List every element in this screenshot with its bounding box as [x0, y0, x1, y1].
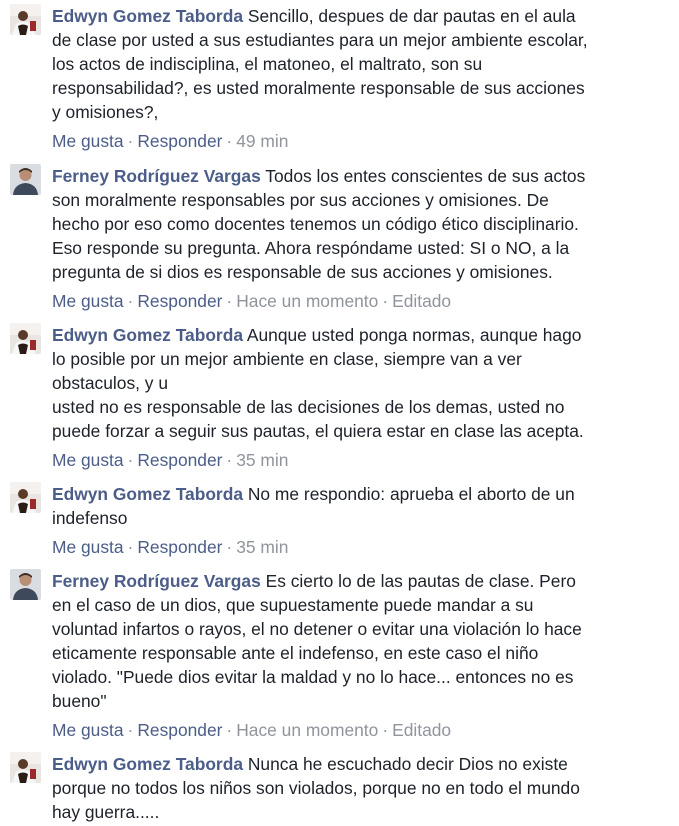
comment-author[interactable]: Edwyn Gomez Taborda — [52, 754, 243, 774]
comment-line: son moralmente responsables por sus acci… — [52, 190, 549, 210]
comment-line: hecho por eso como docentes tenemos un c… — [52, 214, 579, 234]
comment-timestamp[interactable]: 35 min — [236, 537, 288, 557]
separator-dot: · — [127, 450, 134, 470]
comment-text: Ferney Rodríguez Vargas Todos los entes … — [52, 164, 668, 284]
comment-timestamp[interactable]: 49 min — [236, 131, 288, 151]
separator-dot: · — [226, 131, 233, 151]
comment-line: voluntad infartos o rayos, el no detener… — [52, 619, 582, 639]
comment-author[interactable]: Ferney Rodríguez Vargas — [52, 166, 261, 186]
comment-line: pregunta de si dios es responsable de su… — [52, 262, 553, 282]
separator-dot: · — [382, 720, 389, 740]
comment-actions: Me gusta · Responder · Hace un momento · Edita… — [52, 290, 668, 312]
comment-line: lo posible por un mejor ambiente en clas… — [52, 349, 522, 369]
comment-actions: Me gusta · Responder · 35 min — [52, 536, 668, 558]
profile-photo-icon — [10, 323, 41, 354]
avatar[interactable] — [10, 752, 41, 783]
like-link[interactable]: Me gusta — [52, 720, 124, 740]
separator-dot: · — [226, 450, 233, 470]
reply-link[interactable]: Responder — [137, 131, 222, 151]
comment-line: eticamente responsable ante el indefenso… — [52, 643, 539, 663]
reply-link[interactable]: Responder — [137, 537, 222, 557]
profile-photo-icon — [10, 569, 41, 600]
separator-dot: · — [382, 291, 389, 311]
comment-author[interactable]: Edwyn Gomez Taborda — [52, 6, 243, 26]
comment-author[interactable]: Edwyn Gomez Taborda — [52, 484, 243, 504]
avatar[interactable] — [10, 569, 41, 600]
separator-dot: · — [226, 537, 233, 557]
avatar[interactable] — [10, 323, 41, 354]
comment-line: No me respondio: aprueba el aborto de un — [247, 484, 575, 504]
comment-line: Todos los entes conscientes de sus actos — [265, 166, 586, 186]
profile-photo-icon — [10, 164, 41, 195]
comment-thread: Edwyn Gomez Taborda Sencillo, despues de… — [0, 0, 679, 826]
comment-line: violado. "Puede dios evitar la maldad y … — [52, 667, 574, 687]
comment-line: usted no es responsable de las decisione… — [52, 397, 565, 417]
comment-line: puede forzar a seguir sus pautas, el qui… — [52, 421, 584, 441]
edited-label[interactable]: Editado — [392, 291, 451, 311]
reply-link[interactable]: Responder — [137, 291, 222, 311]
like-link[interactable]: Me gusta — [52, 537, 124, 557]
profile-photo-icon — [10, 752, 41, 783]
like-link[interactable]: Me gusta — [52, 291, 124, 311]
profile-photo-icon — [10, 4, 41, 35]
comment-line: de clase por usted a sus estudiantes par… — [52, 30, 588, 50]
comment-line: y omisiones?, — [52, 102, 159, 122]
like-link[interactable]: Me gusta — [52, 450, 124, 470]
separator-dot: · — [127, 720, 134, 740]
comment-author[interactable]: Ferney Rodríguez Vargas — [52, 571, 261, 591]
comment-line: responsabilidad?, es usted moralmente re… — [52, 78, 585, 98]
comment-line: bueno" — [52, 691, 107, 711]
comment-text: Edwyn Gomez Taborda Aunque usted ponga n… — [52, 323, 668, 443]
comment-timestamp[interactable]: Hace un momento — [236, 291, 378, 311]
comment-line: Aunque usted ponga normas, aunque hago — [246, 325, 582, 345]
comment-line: hay guerra..... — [52, 802, 160, 822]
reply-link[interactable]: Responder — [137, 720, 222, 740]
comment-line: en el caso de un dios, que supuestamente… — [52, 595, 534, 615]
comment-line: indefenso — [52, 508, 128, 528]
avatar[interactable] — [10, 4, 41, 35]
separator-dot: · — [226, 291, 233, 311]
comment-timestamp[interactable]: Hace un momento — [236, 720, 378, 740]
separator-dot: · — [226, 720, 233, 740]
avatar[interactable] — [10, 164, 41, 195]
comment-line: Es cierto lo de las pautas de clase. Per… — [265, 571, 576, 591]
comment-text: Edwyn Gomez Taborda No me respondio: apr… — [52, 482, 668, 530]
comment-line: obstaculos, y u — [52, 373, 169, 393]
profile-photo-icon — [10, 482, 41, 513]
avatar[interactable] — [10, 482, 41, 513]
comment-text: Edwyn Gomez Taborda Sencillo, despues de… — [52, 4, 668, 124]
comment-author[interactable]: Edwyn Gomez Taborda — [52, 325, 243, 345]
comment-line: Eso responde su pregunta. Ahora respónda… — [52, 238, 570, 258]
edited-label[interactable]: Editado — [392, 720, 451, 740]
comment-actions: Me gusta · Responder · 35 min — [52, 449, 668, 471]
comment-text: Edwyn Gomez Taborda Nunca he escuchado d… — [52, 752, 668, 824]
comment-actions: Me gusta · Responder · 49 min — [52, 130, 668, 152]
comment-text: Ferney Rodríguez Vargas Es cierto lo de … — [52, 569, 668, 713]
separator-dot: · — [127, 291, 134, 311]
separator-dot: · — [127, 131, 134, 151]
separator-dot: · — [127, 537, 134, 557]
comment-line: los actos de indisciplina, el matoneo, e… — [52, 54, 483, 74]
comment-line: Sencillo, despues de dar pautas en el au… — [247, 6, 576, 26]
comment-timestamp[interactable]: 35 min — [236, 450, 288, 470]
comment-line: Nunca he escuchado decir Dios no existe — [247, 754, 568, 774]
like-link[interactable]: Me gusta — [52, 131, 124, 151]
comment-line: porque no todos los niños son violados, … — [52, 778, 580, 798]
comment-actions: Me gusta · Responder · Hace un momento · Edita… — [52, 719, 668, 741]
reply-link[interactable]: Responder — [137, 450, 222, 470]
